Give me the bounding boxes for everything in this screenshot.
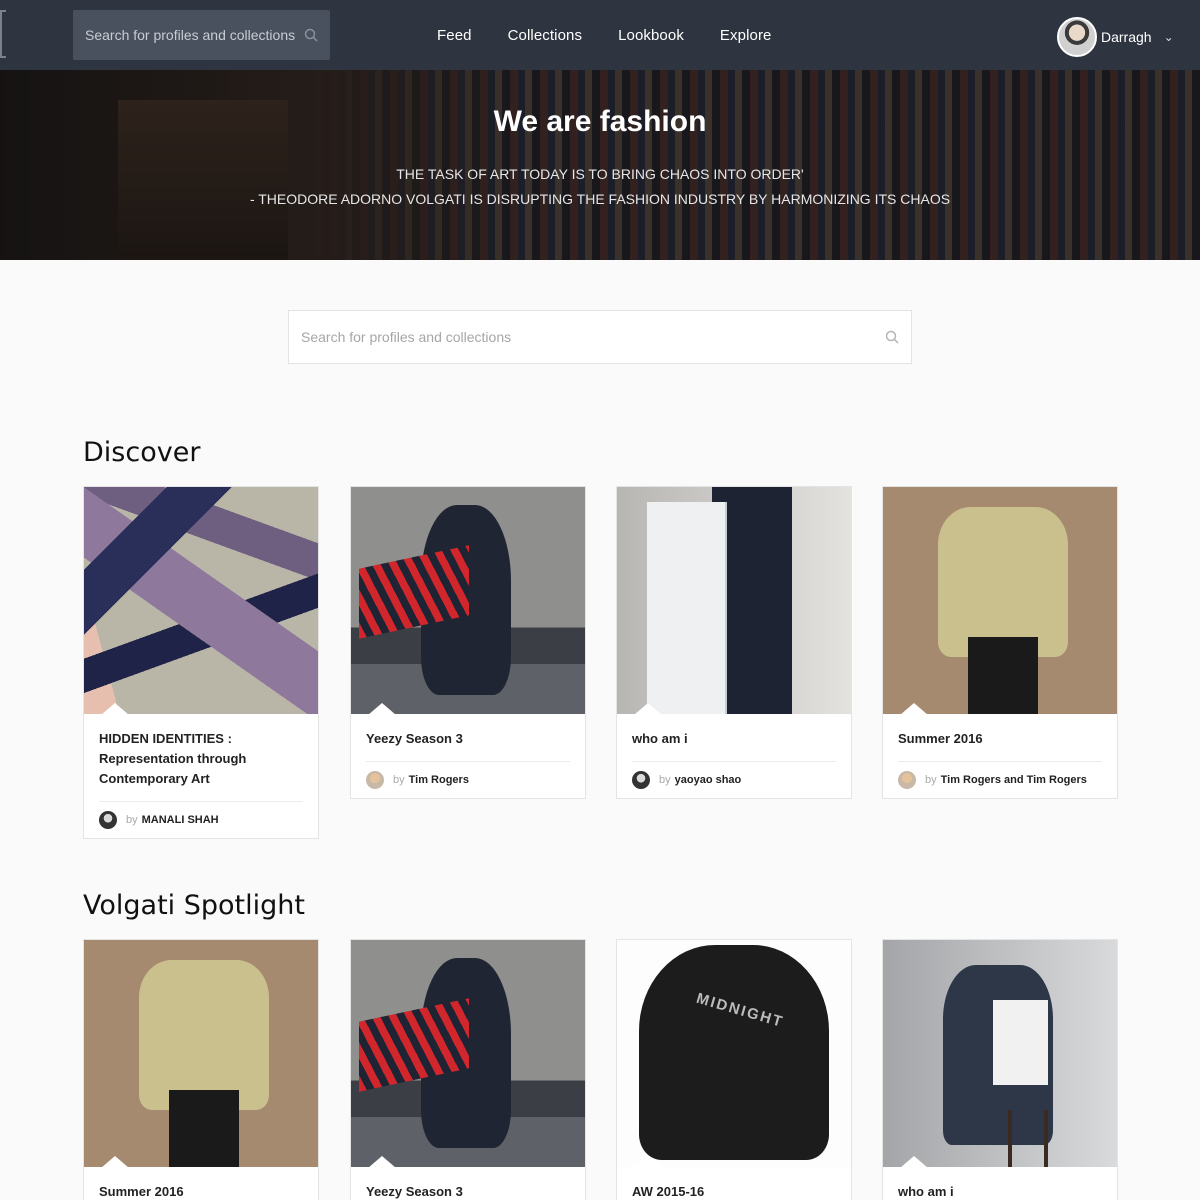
section-title-spotlight: Volgati Spotlight <box>83 890 305 921</box>
search-icon <box>304 28 318 42</box>
hero-quote-line-2: - THEODORE ADORNO VOLGATI IS DISRUPTING … <box>249 191 951 207</box>
collection-card[interactable]: who am i by yaoyao shao <box>616 486 852 799</box>
card-title: HIDDEN IDENTITIES : Representation throu… <box>99 729 303 802</box>
chevron-down-icon: ⌄ <box>1163 30 1174 44</box>
card-title: Summer 2016 <box>99 1182 303 1200</box>
hero-quote-line-1: THE TASK OF ART TODAY IS TO BRING CHAOS … <box>396 166 804 182</box>
card-image <box>351 487 585 714</box>
card-image <box>883 940 1117 1167</box>
nav-search-placeholder: Search for profiles and collections <box>85 27 296 43</box>
nav-links: Feed Collections Lookbook Explore <box>437 0 807 70</box>
search-placeholder: Search for profiles and collections <box>301 329 512 345</box>
collection-card[interactable]: Summer 2016 by Tim Rogers and Tim Rogers <box>882 486 1118 799</box>
collection-card[interactable]: HIDDEN IDENTITIES : Representation throu… <box>83 486 319 839</box>
author-avatar <box>632 771 650 789</box>
user-menu[interactable]: Darragh ⌄ <box>1057 17 1174 57</box>
avatar <box>1057 17 1097 57</box>
author-link[interactable]: MANALI SHAH <box>142 814 219 826</box>
nav-link-feed[interactable]: Feed <box>437 27 472 44</box>
top-navbar: Search for profiles and collections Feed… <box>0 0 1200 70</box>
author-avatar <box>898 771 916 789</box>
card-image: MIDNIGHT <box>617 940 851 1167</box>
hero-title: We are fashion <box>493 105 707 138</box>
window-edge <box>0 10 6 58</box>
user-name: Darragh <box>1101 29 1152 45</box>
nav-search-input[interactable]: Search for profiles and collections <box>73 10 330 60</box>
collection-card[interactable]: Yeezy Season 3 by Tim Rogers <box>350 486 586 799</box>
card-image <box>617 487 851 714</box>
collection-card[interactable]: Yeezy Season 3 <box>350 939 586 1200</box>
author-avatar <box>366 771 384 789</box>
card-image <box>883 487 1117 714</box>
card-image <box>351 940 585 1167</box>
search-input[interactable]: Search for profiles and collections <box>288 310 912 364</box>
card-title: who am i <box>632 729 836 762</box>
nav-link-lookbook[interactable]: Lookbook <box>618 27 684 44</box>
author-link[interactable]: Tim Rogers and Tim Rogers <box>941 774 1087 786</box>
card-title: Summer 2016 <box>898 729 1102 762</box>
card-title: Yeezy Season 3 <box>366 1182 570 1200</box>
card-title: Yeezy Season 3 <box>366 729 570 762</box>
collection-card[interactable]: MIDNIGHT AW 2015-16 <box>616 939 852 1200</box>
nav-link-explore[interactable]: Explore <box>720 27 772 44</box>
search-icon <box>885 330 899 344</box>
card-title: who am i <box>898 1182 1102 1200</box>
nav-link-collections[interactable]: Collections <box>508 27 582 44</box>
card-image <box>84 487 318 714</box>
section-title-discover: Discover <box>83 437 201 468</box>
author-avatar <box>99 811 117 829</box>
author-link[interactable]: Tim Rogers <box>409 774 469 786</box>
card-image <box>84 940 318 1167</box>
author-link[interactable]: yaoyao shao <box>675 774 742 786</box>
collection-card[interactable]: Summer 2016 <box>83 939 319 1200</box>
collection-card[interactable]: who am i <box>882 939 1118 1200</box>
hero-banner: We are fashion THE TASK OF ART TODAY IS … <box>0 70 1200 260</box>
card-title: AW 2015-16 <box>632 1182 836 1200</box>
